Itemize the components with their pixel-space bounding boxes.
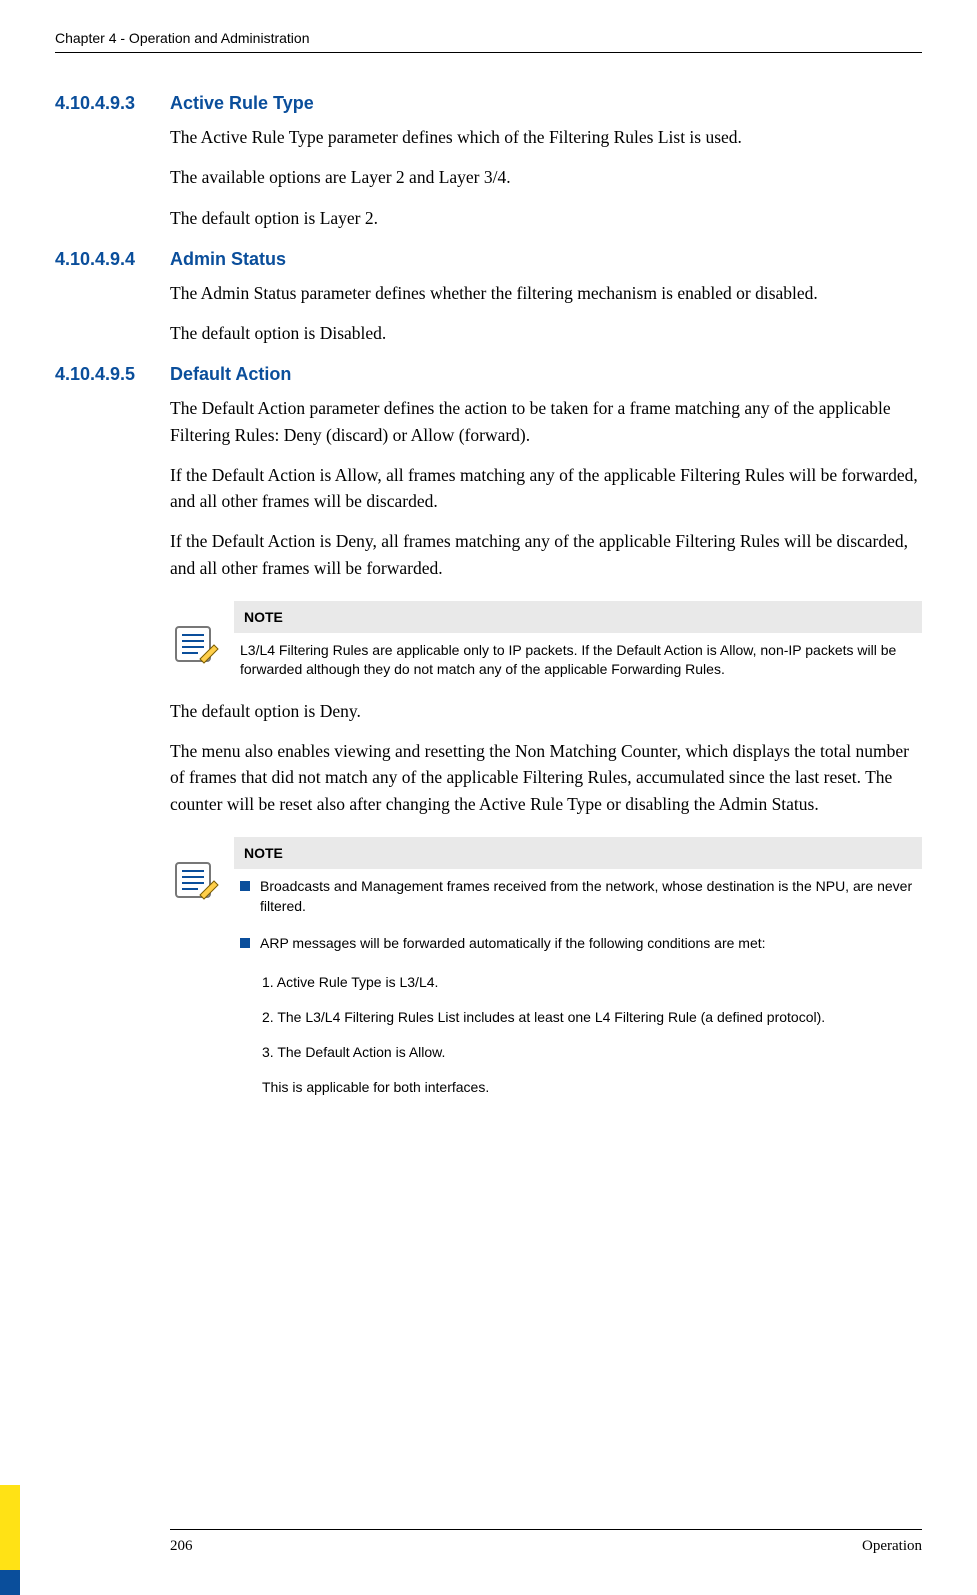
page-number: 206 bbox=[170, 1538, 193, 1555]
note-block: NOTE Broadcasts and Management frames re… bbox=[170, 837, 922, 1112]
note-bullet: ARP messages will be forwarded automatic… bbox=[240, 934, 916, 954]
note-bullet: Broadcasts and Management frames receive… bbox=[240, 877, 916, 916]
side-tab bbox=[0, 1485, 20, 1595]
note-heading: NOTE bbox=[234, 601, 922, 633]
note-sublist: 1. Active Rule Type is L3/L4. 2. The L3/… bbox=[262, 972, 916, 1098]
paragraph: The Admin Status parameter defines wheth… bbox=[170, 280, 922, 306]
bullet-square-icon bbox=[240, 881, 250, 891]
side-tab-yellow bbox=[0, 1485, 20, 1570]
section-title: Default Action bbox=[170, 364, 291, 385]
paragraph: If the Default Action is Allow, all fram… bbox=[170, 462, 922, 515]
paragraph: The default option is Layer 2. bbox=[170, 205, 922, 231]
note-sublist-item: 1. Active Rule Type is L3/L4. bbox=[262, 972, 916, 993]
footer-label: Operation bbox=[862, 1538, 922, 1555]
paragraph: The menu also enables viewing and resett… bbox=[170, 738, 922, 817]
section-title: Active Rule Type bbox=[170, 93, 314, 114]
note-heading: NOTE bbox=[234, 837, 922, 869]
page-footer: 206 Operation bbox=[55, 1529, 922, 1555]
section-number: 4.10.4.9.5 bbox=[55, 364, 170, 385]
note-bullet-text: ARP messages will be forwarded automatic… bbox=[260, 934, 766, 954]
section-number: 4.10.4.9.4 bbox=[55, 249, 170, 270]
paragraph: The Active Rule Type parameter defines w… bbox=[170, 124, 922, 150]
section-number: 4.10.4.9.3 bbox=[55, 93, 170, 114]
section-heading-admin-status: 4.10.4.9.4 Admin Status bbox=[55, 249, 922, 270]
paragraph: If the Default Action is Deny, all frame… bbox=[170, 528, 922, 581]
note-icon bbox=[170, 855, 220, 905]
paragraph: The default option is Disabled. bbox=[170, 320, 922, 346]
note-block: NOTE L3/L4 Filtering Rules are applicabl… bbox=[170, 601, 922, 680]
section-title: Admin Status bbox=[170, 249, 286, 270]
note-bullet-text: Broadcasts and Management frames receive… bbox=[260, 877, 916, 916]
note-icon bbox=[170, 619, 220, 669]
section-heading-active-rule-type: 4.10.4.9.3 Active Rule Type bbox=[55, 93, 922, 114]
note-sublist-item: This is applicable for both interfaces. bbox=[262, 1077, 916, 1098]
side-tab-blue bbox=[0, 1570, 20, 1595]
section-heading-default-action: 4.10.4.9.5 Default Action bbox=[55, 364, 922, 385]
paragraph: The available options are Layer 2 and La… bbox=[170, 164, 922, 190]
note-sublist-item: 2. The L3/L4 Filtering Rules List includ… bbox=[262, 1007, 916, 1028]
note-body: L3/L4 Filtering Rules are applicable onl… bbox=[234, 633, 922, 680]
bullet-square-icon bbox=[240, 938, 250, 948]
paragraph: The Default Action parameter defines the… bbox=[170, 395, 922, 448]
note-sublist-item: 3. The Default Action is Allow. bbox=[262, 1042, 916, 1063]
chapter-header: Chapter 4 - Operation and Administration bbox=[55, 30, 922, 53]
paragraph: The default option is Deny. bbox=[170, 698, 922, 724]
